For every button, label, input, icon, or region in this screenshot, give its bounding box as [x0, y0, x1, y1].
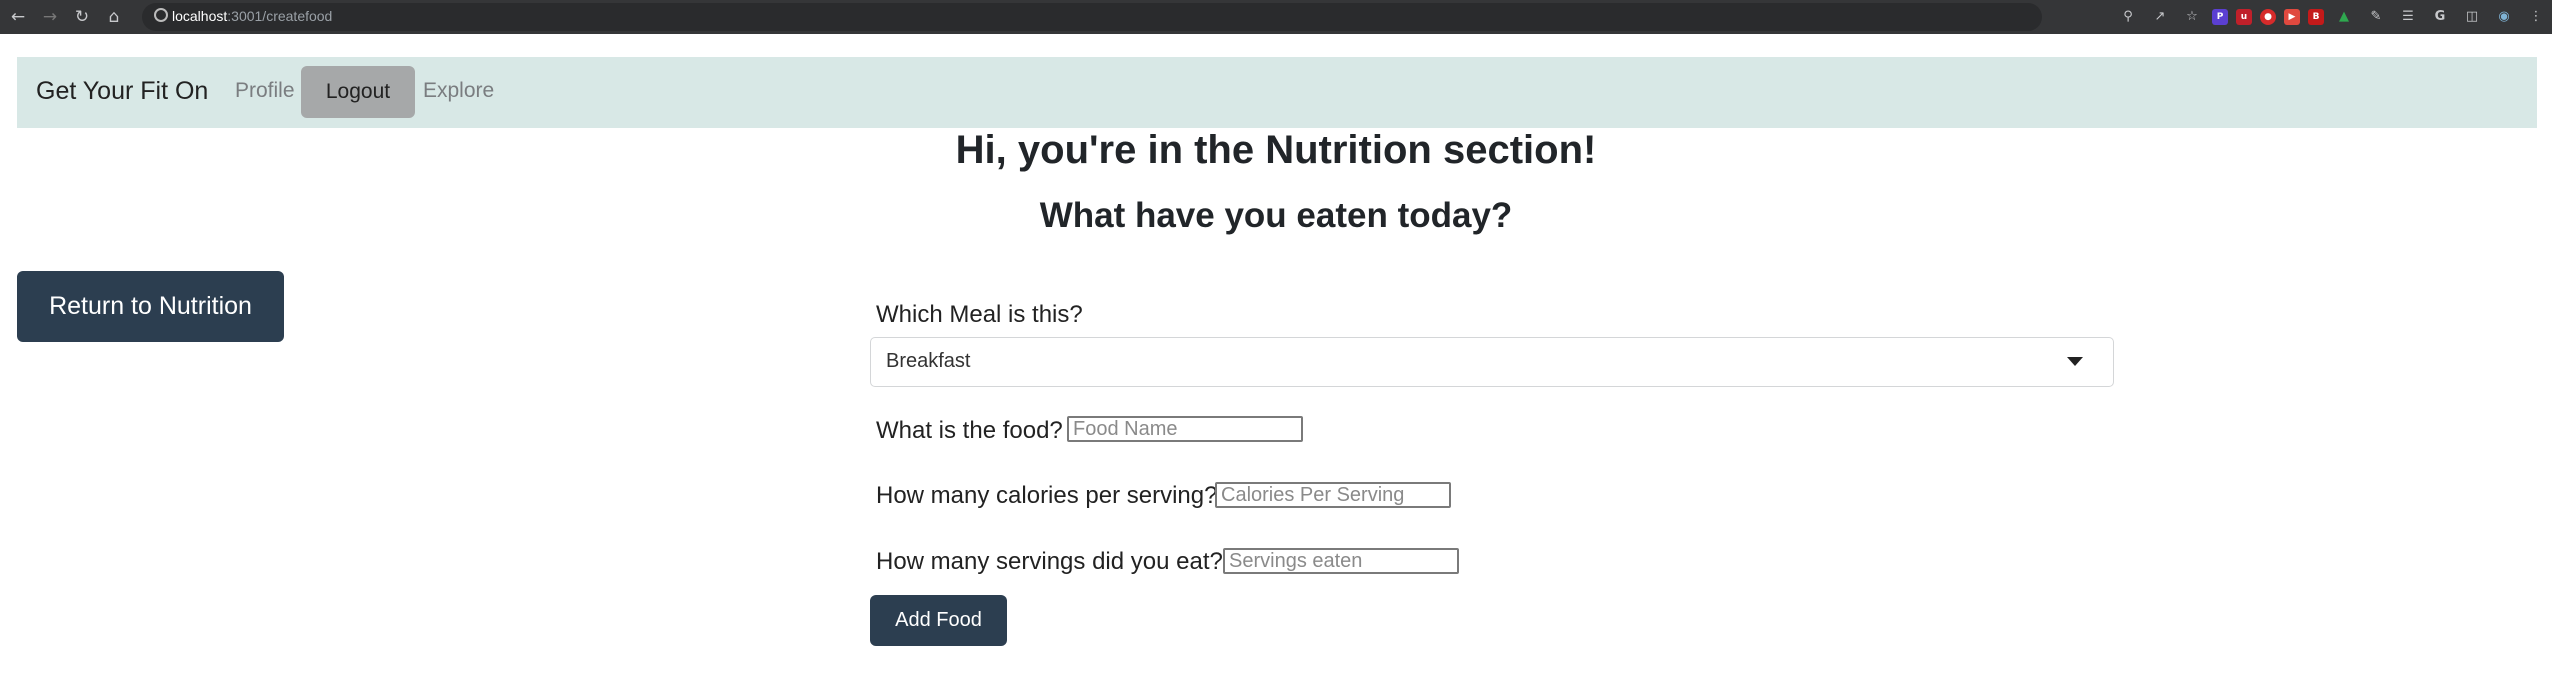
side-panel-icon[interactable]: ◫: [2460, 9, 2484, 25]
servings-label: How many servings did you eat?: [876, 548, 1223, 575]
add-food-button[interactable]: Add Food: [870, 595, 1007, 646]
extension-icon[interactable]: ●: [2260, 9, 2276, 25]
page-title: Hi, you're in the Nutrition section!: [955, 128, 1597, 172]
nav-link-profile[interactable]: Profile: [235, 79, 295, 103]
nav-link-explore[interactable]: Explore: [423, 79, 494, 103]
brand-logo[interactable]: Get Your Fit On: [36, 77, 208, 106]
extension-icon[interactable]: P: [2212, 9, 2228, 25]
address-bar[interactable]: localhost:3001/createfood: [142, 3, 2042, 31]
calories-label: How many calories per serving?: [876, 482, 1218, 509]
menu-kebab-icon[interactable]: ⋮: [2524, 9, 2548, 25]
avatar[interactable]: ◉: [2492, 9, 2516, 25]
google-icon[interactable]: G: [2428, 9, 2452, 25]
url-text: localhost:3001/createfood: [172, 8, 333, 24]
page-subtitle: What have you eaten today?: [1039, 196, 1513, 235]
meal-label: Which Meal is this?: [876, 301, 1083, 328]
zoom-icon[interactable]: ⚲: [2116, 9, 2140, 25]
drive-icon[interactable]: ▲: [2332, 9, 2356, 25]
food-name-input[interactable]: [1067, 416, 1303, 442]
site-info-icon[interactable]: [154, 8, 168, 22]
extensions-area: ⚲ ↗ ☆ P u ● ▶ B ▲ ✎ ☰ G ◫ ◉ ⋮: [2112, 0, 2552, 34]
extension-icon[interactable]: B: [2308, 9, 2324, 25]
extensions-puzzle-icon[interactable]: ✎: [2364, 9, 2388, 25]
forward-icon[interactable]: →: [34, 7, 66, 27]
share-icon[interactable]: ↗: [2148, 9, 2172, 25]
meal-select-value: Breakfast: [886, 350, 971, 372]
bookmark-star-icon[interactable]: ☆: [2180, 9, 2204, 25]
calories-input[interactable]: [1215, 482, 1451, 508]
chevron-down-icon: [2067, 357, 2083, 366]
logout-button[interactable]: Logout: [301, 66, 415, 118]
extension-icon[interactable]: ▶: [2284, 9, 2300, 25]
reading-list-icon[interactable]: ☰: [2396, 9, 2420, 25]
browser-toolbar: ← → ↻ ⌂ localhost:3001/createfood ⚲ ↗ ☆ …: [0, 0, 2552, 34]
servings-input[interactable]: [1223, 548, 1459, 574]
navbar: Get Your Fit On Profile Logout Explore: [17, 57, 2537, 128]
home-icon[interactable]: ⌂: [98, 7, 130, 27]
back-icon[interactable]: ←: [2, 7, 34, 27]
return-to-nutrition-button[interactable]: Return to Nutrition: [17, 271, 284, 342]
meal-select[interactable]: Breakfast: [870, 337, 2114, 387]
extension-icon[interactable]: u: [2236, 9, 2252, 25]
food-label: What is the food?: [876, 417, 1063, 444]
reload-icon[interactable]: ↻: [66, 7, 98, 27]
